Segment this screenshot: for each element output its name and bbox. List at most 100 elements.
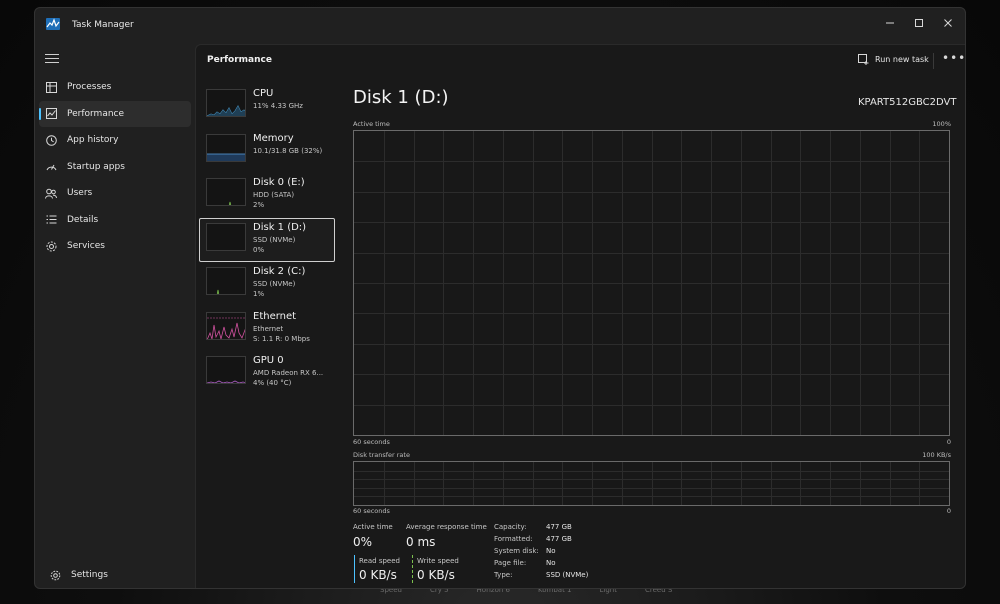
device-name: Disk 0 (E:) — [253, 177, 305, 188]
gear-icon — [49, 569, 61, 581]
nav-item-label: Processes — [67, 82, 112, 92]
capacity-label: Capacity: — [494, 523, 527, 531]
run-new-task-label: Run new task — [875, 55, 929, 64]
transfer-rate-max-label: 100 KB/s — [922, 451, 951, 459]
run-new-task-icon — [858, 54, 869, 65]
active-time-max-label: 100% — [932, 120, 951, 128]
nav-item-startup-apps[interactable]: Startup apps — [39, 154, 191, 180]
active-time-stat-value: 0% — [353, 535, 373, 549]
graph-grid — [354, 131, 949, 435]
app-history-icon — [45, 134, 57, 146]
maximize-icon — [915, 19, 923, 27]
disk-2-thumbnail-graph — [206, 267, 246, 295]
device-item-ethernet[interactable]: Ethernet Ethernet S: 1.1 R: 0 Mbps — [199, 307, 335, 351]
transfer-rate-graph — [353, 461, 950, 506]
device-usage: S: 1.1 R: 0 Mbps — [253, 334, 310, 343]
settings-label: Settings — [71, 570, 108, 580]
active-time-graph-label: Active time — [353, 120, 390, 128]
header-divider — [933, 53, 934, 69]
active-time-min-label: 0 — [946, 438, 951, 446]
device-item-disk-0[interactable]: Disk 0 (E:) HDD (SATA) 2% — [199, 173, 335, 217]
nav-item-performance[interactable]: Performance — [39, 100, 191, 127]
device-usage: 1% — [253, 290, 265, 298]
write-speed-indicator — [412, 555, 413, 583]
device-item-disk-1[interactable]: Disk 1 (D:) SSD (NVMe) 0% — [199, 217, 335, 262]
page-title: Performance — [207, 55, 272, 65]
system-disk-value: No — [546, 547, 556, 555]
content-header: Performance Run new task ••• — [196, 45, 965, 75]
run-new-task-button[interactable]: Run new task — [858, 54, 929, 65]
page-file-value: No — [546, 559, 556, 567]
nav-item-users[interactable]: Users — [39, 180, 191, 206]
nav-item-label: Startup apps — [67, 161, 125, 172]
close-button[interactable] — [931, 12, 965, 34]
nav-item-details[interactable]: Details — [39, 207, 191, 233]
device-item-disk-2[interactable]: Disk 2 (C:) SSD (NVMe) 1% — [199, 262, 335, 306]
device-usage: 2% — [253, 201, 265, 209]
active-time-x-label: 60 seconds — [353, 438, 390, 446]
ethernet-thumbnail-graph — [206, 311, 246, 340]
title-bar[interactable]: Task Manager — [35, 8, 965, 44]
device-item-gpu-0[interactable]: GPU 0 AMD Radeon RX 6... 4% (40 °C) — [199, 351, 335, 395]
nav-item-app-history[interactable]: App history — [39, 127, 191, 153]
device-detail: SSD (NVMe) — [253, 235, 296, 244]
write-speed-label: Write speed — [417, 557, 459, 565]
task-manager-app-icon — [46, 18, 60, 30]
performance-content: Performance Run new task ••• CPU 11% 4.3… — [195, 44, 965, 588]
device-detail: HDD (SATA) — [253, 191, 295, 199]
device-name: Ethernet — [253, 310, 297, 322]
device-list: CPU 11% 4.33 GHz Memory 10.1/31.8 GB (32… — [199, 84, 335, 396]
read-speed-label: Read speed — [359, 557, 400, 565]
avg-response-stat-label: Average response time — [406, 523, 487, 531]
processes-icon — [45, 81, 57, 93]
type-value: SSD (NVMe) — [546, 571, 589, 579]
formatted-value: 477 GB — [546, 535, 572, 543]
device-item-memory[interactable]: Memory 10.1/31.8 GB (32%) — [199, 129, 335, 173]
transfer-rate-min-label: 0 — [946, 507, 951, 515]
nav-item-label: Users — [67, 188, 93, 198]
disk-1-thumbnail-graph — [206, 222, 246, 251]
nav-item-label: App history — [67, 135, 119, 145]
nav-item-processes[interactable]: Processes — [39, 74, 191, 100]
memory-thumbnail-graph — [206, 133, 246, 162]
type-label: Type: — [494, 571, 513, 579]
page-file-label: Page file: — [494, 559, 527, 567]
nav-item-settings[interactable]: Settings — [43, 562, 195, 588]
device-name: Disk 1 (D:) — [253, 221, 307, 233]
device-item-cpu[interactable]: CPU 11% 4.33 GHz — [199, 84, 335, 128]
active-indicator — [39, 107, 41, 120]
device-name: GPU 0 — [253, 355, 284, 366]
device-usage: 0% — [253, 245, 265, 254]
window-title: Task Manager — [72, 20, 134, 30]
startup-apps-icon — [45, 161, 57, 173]
services-icon — [45, 240, 57, 252]
nav-item-label: Performance — [67, 108, 125, 119]
device-detail: 11% 4.33 GHz — [253, 102, 303, 110]
write-speed-value: 0 KB/s — [417, 568, 455, 582]
device-detail: 10.1/31.8 GB (32%) — [253, 146, 323, 155]
device-detail: AMD Radeon RX 6... — [253, 369, 324, 377]
close-icon — [944, 19, 952, 27]
navigation-pane: Processes Performance App history Startu… — [35, 74, 195, 260]
nav-item-label: Details — [67, 214, 99, 225]
avg-response-stat-value: 0 ms — [406, 535, 436, 549]
cpu-thumbnail-graph — [206, 89, 246, 117]
device-name: CPU — [253, 88, 274, 99]
performance-icon — [45, 108, 57, 120]
gpu-0-thumbnail-graph — [206, 356, 246, 384]
read-speed-indicator — [354, 555, 355, 583]
device-detail: SSD (NVMe) — [253, 280, 296, 288]
hamburger-menu-icon[interactable] — [45, 54, 59, 66]
graph-grid — [354, 462, 949, 505]
nav-item-label: Services — [67, 241, 105, 251]
detail-title: Disk 1 (D:) — [353, 87, 449, 108]
task-manager-window: Task Manager Processes Performance App h… — [34, 7, 966, 589]
disk-0-thumbnail-graph — [206, 178, 246, 206]
device-detail: Ethernet — [253, 324, 284, 333]
device-usage: 4% (40 °C) — [253, 379, 292, 387]
nav-item-services[interactable]: Services — [39, 233, 191, 259]
more-options-icon[interactable]: ••• — [942, 51, 965, 65]
read-speed-value: 0 KB/s — [359, 568, 397, 582]
minimize-icon — [886, 22, 894, 24]
formatted-label: Formatted: — [494, 535, 533, 543]
